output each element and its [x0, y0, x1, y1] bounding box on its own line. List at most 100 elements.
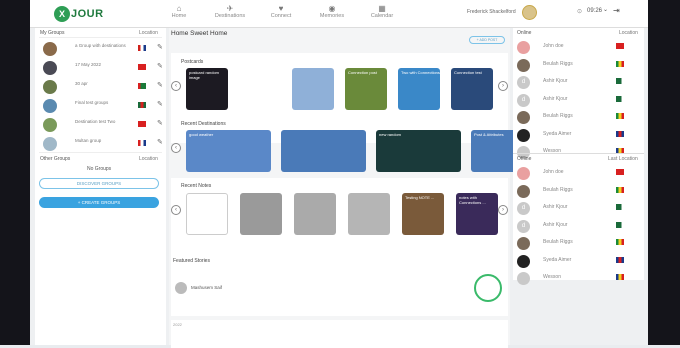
- card-caption: new random: [379, 132, 402, 137]
- postcard-card[interactable]: postcard random image: [186, 68, 228, 110]
- user-avatar: [517, 111, 530, 124]
- country-flag-icon: [616, 60, 624, 67]
- card-caption: good weather: [189, 132, 214, 137]
- destination-card[interactable]: new random: [376, 130, 461, 172]
- notes-next-arrow[interactable]: ›: [498, 205, 508, 215]
- group-flag-icon: [138, 102, 146, 108]
- other-groups-heading: Other Groups: [40, 156, 71, 162]
- card-caption: postcard random image: [189, 70, 220, 80]
- edit-icon[interactable]: ✎: [157, 138, 163, 146]
- user-row[interactable]: Beulah Riggs: [513, 184, 631, 201]
- time-display[interactable]: 09:26: [587, 8, 602, 14]
- country-flag-icon: [616, 113, 624, 119]
- destination-card[interactable]: [281, 130, 366, 172]
- group-thumbnail: [43, 137, 57, 151]
- user-row[interactable]: John doe: [513, 40, 631, 57]
- user-row[interactable]: Wesson: [513, 271, 631, 288]
- postcard-card[interactable]: Two with Connections: [398, 68, 440, 110]
- edit-icon[interactable]: ✎: [157, 81, 163, 89]
- nav-memories[interactable]: ◉ Memories: [307, 4, 357, 19]
- plane-icon: ✈: [226, 4, 234, 13]
- group-flag-icon: [138, 140, 146, 146]
- group-row[interactable]: Destination test Two ✎: [39, 116, 163, 133]
- brand-logo[interactable]: X JOUR: [54, 6, 104, 22]
- create-groups-button[interactable]: + CREATE GROUPS: [39, 197, 159, 208]
- group-row[interactable]: a Group with destinations ✎: [39, 40, 163, 57]
- user-row[interactable]: Syeda Aimer: [513, 128, 631, 145]
- chevron-down-icon[interactable]: ⌄: [603, 6, 608, 13]
- user-name: Beulah Riggs: [543, 186, 573, 193]
- postcard-card[interactable]: [239, 68, 281, 110]
- user-name: Wesson: [543, 274, 561, 280]
- user-row[interactable]: Beulah Riggs: [513, 110, 631, 127]
- note-card[interactable]: Testing NOTE ...: [402, 193, 444, 235]
- card-caption: Connection post: [348, 70, 377, 75]
- calendar-icon: ▦: [378, 4, 386, 13]
- nav-home[interactable]: ⌂ Home: [154, 4, 204, 19]
- user-row[interactable]: Beulah Riggs: [513, 236, 631, 253]
- user-avatar: [517, 41, 530, 54]
- group-row[interactable]: Multan group ✎: [39, 135, 163, 152]
- postcard-card[interactable]: [292, 68, 334, 110]
- group-row[interactable]: Final test groups ✎: [39, 97, 163, 114]
- online-heading: Online: [517, 30, 532, 36]
- left-margin: [0, 0, 30, 345]
- postcard-card[interactable]: Connection test: [451, 68, 493, 110]
- country-flag-icon: [616, 169, 624, 175]
- user-avatar[interactable]: [522, 5, 537, 20]
- note-card[interactable]: [240, 193, 282, 235]
- group-name: Multan group: [75, 138, 102, 143]
- next-story-label: 2022: [173, 322, 182, 327]
- postcards-next-arrow[interactable]: ›: [498, 81, 508, 91]
- add-post-button[interactable]: + ADD POST: [469, 36, 505, 44]
- group-thumbnail: [43, 99, 57, 113]
- user-name: Beulah Riggs: [543, 60, 573, 67]
- offline-location-heading: Last Location: [608, 156, 638, 162]
- story-progress-ring: [474, 274, 502, 302]
- user-row[interactable]: d Ashir Kjour: [513, 93, 631, 110]
- user-row[interactable]: Beulah Riggs: [513, 58, 631, 75]
- destination-card[interactable]: good weather: [186, 130, 271, 172]
- note-card[interactable]: [294, 193, 336, 235]
- discover-groups-button[interactable]: DISCOVER GROUPS: [39, 178, 159, 189]
- country-flag-icon: [616, 130, 624, 137]
- user-row[interactable]: d Ashir Kjour: [513, 75, 631, 92]
- story-author-name[interactable]: Mashusem Saif: [191, 285, 222, 290]
- edit-icon[interactable]: ✎: [157, 43, 163, 51]
- nav-calendar[interactable]: ▦ Calendar: [357, 4, 407, 19]
- note-card[interactable]: [186, 193, 228, 235]
- nav-connect-label: Connect: [270, 13, 292, 19]
- group-thumbnail: [43, 118, 57, 132]
- destinations-prev-arrow[interactable]: ‹: [171, 143, 181, 153]
- postcard-card[interactable]: Connection post: [345, 68, 387, 110]
- notes-prev-arrow[interactable]: ‹: [171, 205, 181, 215]
- country-flag-icon: [616, 186, 624, 193]
- edit-icon[interactable]: ✎: [157, 100, 163, 108]
- user-row[interactable]: Syeda Aimer: [513, 254, 631, 271]
- edit-icon[interactable]: ✎: [157, 119, 163, 127]
- user-avatar: [517, 254, 530, 268]
- user-name: Ashir Kjour: [543, 78, 568, 84]
- user-avatar: [517, 58, 530, 72]
- user-avatar: d: [517, 93, 530, 107]
- stories-heading: Featured Stories: [173, 258, 210, 264]
- group-row[interactable]: 30 apr ✎: [39, 78, 163, 95]
- group-row[interactable]: 17 May 2022 ✎: [39, 59, 163, 76]
- user-row[interactable]: d Ashir Kjour: [513, 201, 631, 218]
- note-card[interactable]: notes with Connections ...: [456, 193, 498, 235]
- user-avatar: [517, 272, 530, 285]
- group-thumbnail: [43, 61, 57, 75]
- nav-connect[interactable]: ♥ Connect: [256, 4, 306, 19]
- user-row[interactable]: d Ashir Kjour: [513, 219, 631, 236]
- user-avatar: d: [517, 76, 530, 89]
- note-card[interactable]: [348, 193, 390, 235]
- user-name[interactable]: Frederick Shackelford: [467, 9, 516, 15]
- edit-icon[interactable]: ✎: [157, 62, 163, 70]
- story-author-avatar[interactable]: [175, 282, 187, 294]
- card-caption: notes with Connections ...: [459, 195, 486, 205]
- postcards-prev-arrow[interactable]: ‹: [171, 81, 181, 91]
- logout-icon[interactable]: ⇥: [613, 6, 620, 15]
- user-row[interactable]: John doe: [513, 166, 631, 183]
- nav-destinations[interactable]: ✈ Destinations: [205, 4, 255, 19]
- group-name: a Group with destinations: [75, 43, 126, 48]
